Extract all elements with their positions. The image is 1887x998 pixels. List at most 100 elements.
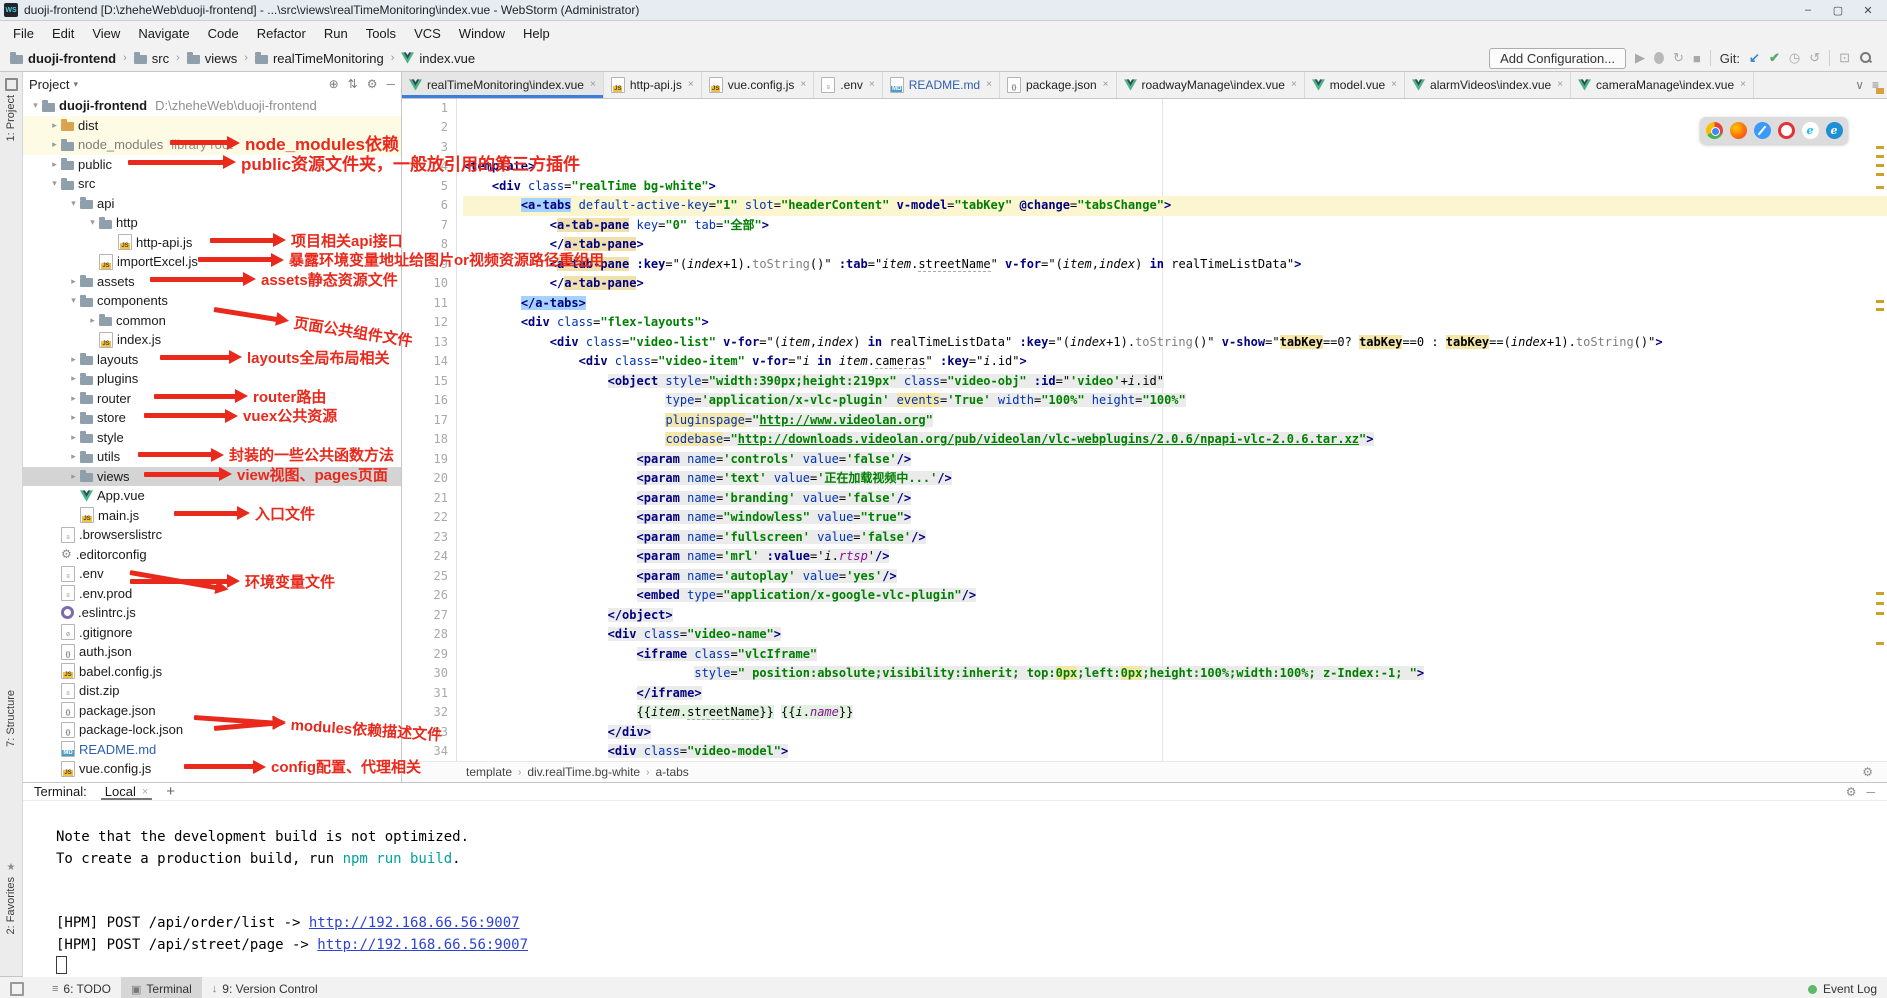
- gear-icon[interactable]: ⚙: [367, 77, 378, 91]
- minimize-button[interactable]: ‒: [1793, 4, 1823, 17]
- tree-item-dist[interactable]: ▸dist: [23, 116, 401, 136]
- chevron-collapsed-icon[interactable]: ▸: [48, 139, 61, 150]
- tree-item-common[interactable]: ▸common: [23, 311, 401, 331]
- tab-realTimeMonitoring-index-vue[interactable]: realTimeMonitoring\index.vue×: [402, 72, 604, 98]
- project-tool-button[interactable]: 1: Project: [0, 78, 22, 141]
- favorites-tool-button[interactable]: ★ 2: Favorites: [0, 862, 22, 934]
- tree-item-utils[interactable]: ▸utils: [23, 447, 401, 467]
- close-icon[interactable]: ×: [1740, 79, 1746, 90]
- tab-package-json[interactable]: {}package.json×: [1000, 72, 1117, 98]
- project-panel-title[interactable]: Project: [29, 77, 69, 92]
- breadcrumb-item[interactable]: index.vue: [399, 51, 477, 66]
- tab--env[interactable]: ≡.env×: [814, 72, 883, 98]
- tree-item-duoji-frontend[interactable]: ▾duoji-frontendD:\zheheWeb\duoji-fronten…: [23, 96, 401, 116]
- breadcrumb-item[interactable]: views: [185, 51, 240, 66]
- event-log-status-item[interactable]: Event Log: [1808, 982, 1877, 996]
- tree-item-importExcel.js[interactable]: JSimportExcel.js: [23, 252, 401, 272]
- maximize-button[interactable]: ▢: [1823, 4, 1853, 17]
- tree-item-main.js[interactable]: JSmain.js: [23, 506, 401, 526]
- menu-help[interactable]: Help: [514, 26, 559, 41]
- chevron-collapsed-icon[interactable]: ▸: [67, 471, 80, 482]
- debug-button[interactable]: [1654, 52, 1664, 64]
- tree-item-public[interactable]: ▸public: [23, 155, 401, 175]
- tab-vue-config-js[interactable]: JSvue.config.js×: [702, 72, 815, 98]
- tree-item-views[interactable]: ▸views: [23, 467, 401, 487]
- search-everywhere-icon[interactable]: [1859, 51, 1873, 65]
- breadcrumb-item[interactable]: duoji-frontend: [8, 51, 118, 66]
- terminal-link[interactable]: http://192.168.66.56:9007: [309, 915, 520, 931]
- stop-button[interactable]: ■: [1693, 51, 1701, 66]
- close-button[interactable]: ✕: [1853, 4, 1883, 17]
- tree-item-node_modules[interactable]: ▸node_moduleslibrary root: [23, 135, 401, 155]
- preview-icon[interactable]: ⊡: [1839, 50, 1850, 66]
- chevron-expanded-icon[interactable]: ▾: [67, 198, 80, 209]
- tree-item-.browserslistrc[interactable]: ≡.browserslistrc: [23, 525, 401, 545]
- tree-item-router[interactable]: ▸router: [23, 389, 401, 409]
- profile-button[interactable]: ↻: [1673, 50, 1684, 66]
- terminal-status-item[interactable]: ▣Terminal: [121, 977, 202, 998]
- chevron-collapsed-icon[interactable]: ▸: [48, 159, 61, 170]
- todo-status-item[interactable]: ≡6: TODO: [42, 977, 121, 998]
- add-configuration-button[interactable]: Add Configuration...: [1489, 48, 1626, 69]
- menu-tools[interactable]: Tools: [357, 26, 405, 41]
- editor-code[interactable]: <template><div class="realTime bg-white"…: [457, 99, 1887, 761]
- menu-window[interactable]: Window: [450, 26, 514, 41]
- chevron-collapsed-icon[interactable]: ▸: [67, 393, 80, 404]
- collapse-all-icon[interactable]: ⇅: [348, 77, 358, 91]
- breadcrumb-item[interactable]: src: [132, 51, 171, 66]
- tree-item-package.json[interactable]: {}package.json: [23, 701, 401, 721]
- tab-cameraManage-index-vue[interactable]: cameraManage\index.vue×: [1571, 72, 1754, 98]
- chevron-expanded-icon[interactable]: ▾: [48, 178, 61, 189]
- editor-breadcrumb-item[interactable]: a-tabs: [655, 765, 688, 779]
- tree-item-.env.prod[interactable]: ≡.env.prod: [23, 584, 401, 604]
- tree-item-babel.config.js[interactable]: JSbabel.config.js: [23, 662, 401, 682]
- chevron-collapsed-icon[interactable]: ▸: [48, 120, 61, 131]
- git-commit-icon[interactable]: ✔: [1769, 50, 1780, 66]
- tree-item-assets[interactable]: ▸assets: [23, 272, 401, 292]
- tab-README-md[interactable]: MDREADME.md×: [883, 72, 1000, 98]
- locate-icon[interactable]: ⊕: [329, 77, 339, 91]
- close-icon[interactable]: ×: [800, 79, 806, 90]
- tab-list-icon[interactable]: ≡: [1872, 78, 1879, 92]
- menu-refactor[interactable]: Refactor: [248, 26, 315, 41]
- tree-item-src[interactable]: ▾src: [23, 174, 401, 194]
- chevron-collapsed-icon[interactable]: ▸: [67, 276, 80, 287]
- tree-item-api[interactable]: ▾api: [23, 194, 401, 214]
- hide-panel-icon[interactable]: ─: [386, 77, 395, 91]
- menu-navigate[interactable]: Navigate: [129, 26, 198, 41]
- menu-edit[interactable]: Edit: [43, 26, 83, 41]
- tree-item-plugins[interactable]: ▸plugins: [23, 369, 401, 389]
- tab-http-api-js[interactable]: JShttp-api.js×: [604, 72, 702, 98]
- tree-item-auth.json[interactable]: {}auth.json: [23, 642, 401, 662]
- rollback-icon[interactable]: ↺: [1809, 50, 1820, 66]
- menu-code[interactable]: Code: [199, 26, 248, 41]
- tree-item-.editorconfig[interactable]: ⚙.editorconfig: [23, 545, 401, 565]
- tree-item-http[interactable]: ▾http: [23, 213, 401, 233]
- window-grid-icon[interactable]: [10, 982, 24, 996]
- tree-item-layouts[interactable]: ▸layouts: [23, 350, 401, 370]
- chevron-collapsed-icon[interactable]: ▸: [67, 412, 80, 423]
- menu-view[interactable]: View: [83, 26, 129, 41]
- tree-item-.eslintrc.js[interactable]: .eslintrc.js: [23, 603, 401, 623]
- tab-roadwayManage-index-vue[interactable]: roadwayManage\index.vue×: [1117, 72, 1305, 98]
- editor-breadcrumb-item[interactable]: div.realTime.bg-white: [527, 765, 640, 779]
- breadcrumb-item[interactable]: realTimeMonitoring: [253, 51, 386, 66]
- editor[interactable]: 1234567891011121314151617181920212223242…: [402, 99, 1887, 761]
- menu-file[interactable]: File: [4, 26, 43, 41]
- tree-item-.gitignore[interactable]: ⊘.gitignore: [23, 623, 401, 643]
- tree-item-components[interactable]: ▾components: [23, 291, 401, 311]
- run-button[interactable]: ▶: [1635, 50, 1645, 66]
- editor-breadcrumb-item[interactable]: template: [466, 765, 512, 779]
- close-icon[interactable]: ×: [869, 79, 875, 90]
- chevron-expanded-icon[interactable]: ▾: [29, 100, 42, 111]
- hide-panel-icon[interactable]: ─: [1866, 785, 1875, 799]
- close-icon[interactable]: ×: [688, 79, 694, 90]
- tree-item-App.vue[interactable]: App.vue: [23, 486, 401, 506]
- history-icon[interactable]: ◷: [1789, 50, 1800, 66]
- close-icon[interactable]: ×: [1391, 79, 1397, 90]
- tree-item-package-lock.json[interactable]: {}package-lock.json: [23, 720, 401, 740]
- close-icon[interactable]: ×: [986, 79, 992, 90]
- chevron-expanded-icon[interactable]: ▾: [86, 217, 99, 228]
- terminal-tab-local[interactable]: Local ×: [101, 783, 153, 800]
- breadcrumb-gear-icon[interactable]: ⚙: [1862, 765, 1873, 779]
